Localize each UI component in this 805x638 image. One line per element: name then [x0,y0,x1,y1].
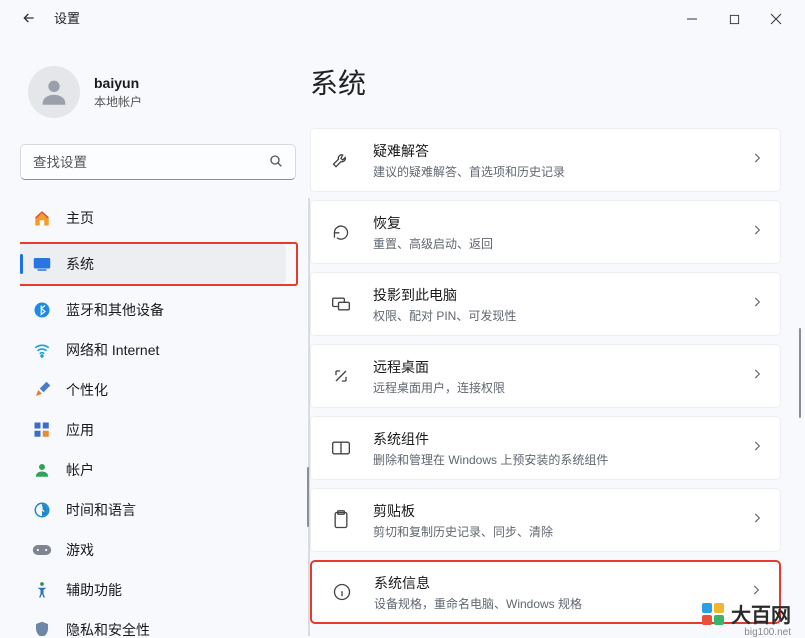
maximize-button[interactable] [713,4,755,34]
clipboard-icon [327,510,355,530]
watermark-logo [701,602,725,626]
watermark-sub: big100.net [744,627,791,638]
card-sub: 删除和管理在 Windows 上预安装的系统组件 [373,451,750,468]
close-button[interactable] [755,4,797,34]
project-icon [327,295,355,313]
gaming-icon [32,540,52,560]
sidebar-highlight: 系统 [20,242,298,286]
card-recovery[interactable]: 恢复重置、高级启动、返回 [310,200,781,264]
sidebar-item-label: 系统 [66,254,94,274]
card-sub: 设备规格，重命名电脑、Windows 规格 [374,595,749,612]
sidebar-item-label: 网络和 Internet [66,340,159,360]
recovery-icon [327,223,355,241]
sidebar-item-label: 帐户 [66,460,94,480]
accessibility-icon [32,580,52,600]
card-sub: 剪切和复制历史记录、同步、清除 [373,523,750,540]
sidebar-item-label: 时间和语言 [66,500,136,520]
sidebar-item-accessibility[interactable]: 辅助功能 [20,570,296,610]
about-icon [328,582,356,602]
components-icon [327,440,355,456]
card-title: 远程桌面 [373,357,750,377]
chevron-right-icon [750,151,764,170]
chevron-right-icon [750,295,764,314]
sidebar-item-label: 主页 [66,208,94,228]
sidebar-item-label: 游戏 [66,540,94,560]
network-icon [32,340,52,360]
chevron-right-icon [750,439,764,458]
avatar [28,66,80,118]
card-title: 疑难解答 [373,141,750,161]
card-title: 剪贴板 [373,501,750,521]
card-title: 恢复 [373,213,750,233]
sidebar-item-privacy[interactable]: 隐私和安全性 [20,610,296,636]
card-sub: 重置、高级启动、返回 [373,235,750,252]
personalization-icon [32,380,52,400]
sidebar-item-gaming[interactable]: 游戏 [20,530,296,570]
card-components[interactable]: 系统组件删除和管理在 Windows 上预安装的系统组件 [310,416,781,480]
time-icon [32,500,52,520]
accounts-icon [32,460,52,480]
sidebar-item-system[interactable]: 系统 [20,244,286,284]
sidebar-item-accounts[interactable]: 帐户 [20,450,296,490]
chevron-right-icon [750,367,764,386]
card-sub: 权限、配对 PIN、可发现性 [373,307,750,324]
sidebar-scrollbar[interactable] [307,467,309,527]
watermark-text: 大百网 [731,599,791,628]
sidebar-item-label: 应用 [66,420,94,440]
sidebar-item-label: 隐私和安全性 [66,620,150,636]
home-icon [32,208,52,228]
sidebar-item-label: 个性化 [66,380,108,400]
sidebar-item-label: 辅助功能 [66,580,122,600]
card-remote[interactable]: 远程桌面远程桌面用户，连接权限 [310,344,781,408]
sidebar-item-bluetooth[interactable]: 蓝牙和其他设备 [20,290,296,330]
card-project[interactable]: 投影到此电脑权限、配对 PIN、可发现性 [310,272,781,336]
search-input[interactable] [20,144,296,180]
back-button[interactable] [20,9,38,27]
sidebar-item-personalization[interactable]: 个性化 [20,370,296,410]
sidebar-item-apps[interactable]: 应用 [20,410,296,450]
card-sub: 建议的疑难解答、首选项和历史记录 [373,163,750,180]
sidebar-item-time[interactable]: 时间和语言 [20,490,296,530]
profile-name: baiyun [94,75,142,91]
sidebar-item-network[interactable]: 网络和 Internet [20,330,296,370]
remote-icon [327,366,355,386]
troubleshoot-icon [327,150,355,170]
privacy-icon [32,620,52,636]
search-box[interactable] [20,144,296,180]
card-sub: 远程桌面用户，连接权限 [373,379,750,396]
chevron-right-icon [750,223,764,242]
main-scrollbar[interactable] [799,328,801,418]
card-title: 系统组件 [373,429,750,449]
card-title: 投影到此电脑 [373,285,750,305]
sidebar-item-label: 蓝牙和其他设备 [66,300,164,320]
chevron-right-icon [750,511,764,530]
card-clipboard[interactable]: 剪贴板剪切和复制历史记录、同步、清除 [310,488,781,552]
page-title: 系统 [310,62,781,102]
sidebar-item-home[interactable]: 主页 [20,198,296,238]
card-troubleshoot[interactable]: 疑难解答建议的疑难解答、首选项和历史记录 [310,128,781,192]
window-title: 设置 [54,8,80,27]
system-icon [32,254,52,274]
card-title: 系统信息 [374,573,749,593]
minimize-button[interactable] [671,4,713,34]
profile-block[interactable]: baiyun 本地帐户 [20,48,310,140]
search-icon [268,153,284,174]
watermark: 大百网 big100.net [701,599,791,628]
bluetooth-icon [32,300,52,320]
profile-sub: 本地帐户 [94,93,142,110]
apps-icon [32,420,52,440]
